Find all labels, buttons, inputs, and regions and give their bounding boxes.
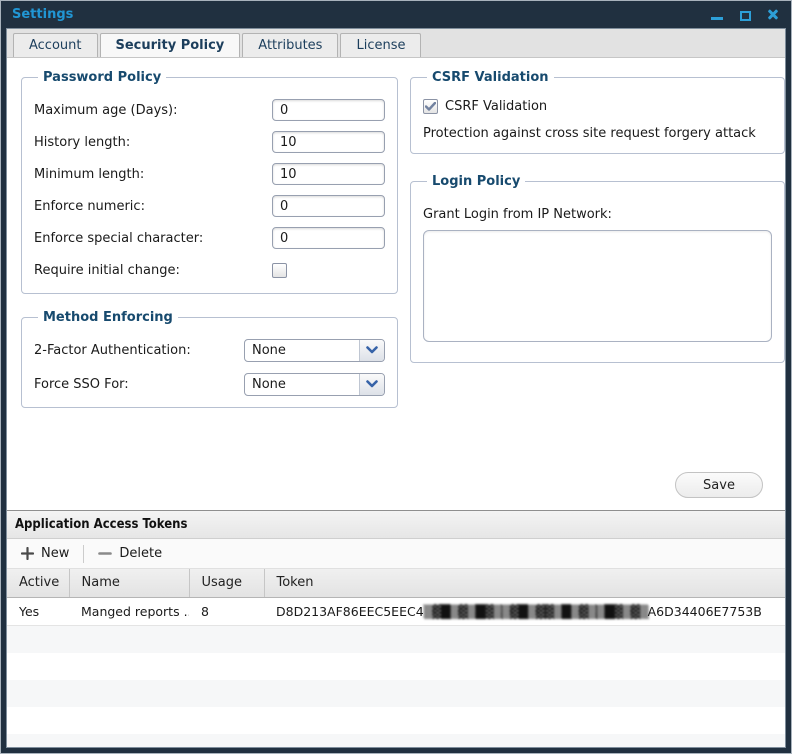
security-policy-panel: Password Policy Maximum age (Days): Hist… (7, 58, 785, 510)
enforce-numeric-label: Enforce numeric: (34, 199, 272, 214)
token-value-cell: D8D213AF86EEC5EEC4▒▓█▒▓▒█▓▒▒▓█▒▓▓▒█▒▓▒▒█… (264, 597, 785, 625)
grant-login-label: Grant Login from IP Network: (423, 207, 772, 222)
history-length-label: History length: (34, 135, 272, 150)
csrf-validation-fieldset: CSRF Validation CSRF Validation Protecti… (410, 70, 785, 154)
empty-rows-area (7, 626, 785, 748)
csrf-checkbox[interactable] (423, 99, 438, 114)
dialog-body: Account Security Policy Attributes Licen… (6, 28, 786, 748)
settings-window: Settings Account Security Policy Attribu… (0, 0, 792, 754)
column-header-usage[interactable]: Usage (189, 569, 264, 597)
tokens-toolbar: New Delete (7, 539, 785, 569)
new-button-label: New (41, 546, 69, 561)
maximize-button[interactable] (738, 8, 752, 22)
tab-license[interactable]: License (340, 33, 421, 57)
token-name-cell: Manged reports ... (69, 597, 189, 625)
column-header-token[interactable]: Token (264, 569, 785, 597)
new-token-button[interactable]: New (15, 542, 75, 565)
tab-account[interactable]: Account (13, 33, 98, 57)
enforce-special-character-input[interactable] (272, 227, 385, 249)
dropdown-button[interactable] (359, 374, 384, 395)
column-header-name[interactable]: Name (69, 569, 189, 597)
close-button[interactable] (766, 8, 780, 22)
delete-button-label: Delete (119, 546, 162, 561)
tokens-section-title: Application Access Tokens (7, 511, 785, 539)
require-initial-change-label: Require initial change: (34, 263, 272, 278)
maximize-icon (740, 11, 751, 21)
token-usage-cell: 8 (189, 597, 264, 625)
enforce-special-character-label: Enforce special character: (34, 231, 272, 246)
method-enforcing-legend: Method Enforcing (38, 310, 178, 325)
chevron-down-icon (366, 346, 378, 354)
field-row: Force SSO For: None (34, 373, 385, 395)
tokens-table: Active Name Usage Token Yes Manged repor… (7, 569, 785, 626)
csrf-checkbox-label: CSRF Validation (445, 99, 547, 114)
csrf-checkbox-row: CSRF Validation (423, 99, 772, 114)
two-factor-authentication-label: 2-Factor Authentication: (34, 343, 244, 358)
column-header-active[interactable]: Active (7, 569, 69, 597)
application-access-tokens-section: Application Access Tokens New Delete (7, 510, 785, 747)
minimum-length-input[interactable] (272, 163, 385, 185)
minimize-icon (711, 17, 723, 20)
delete-token-button[interactable]: Delete (92, 542, 168, 565)
right-column: CSRF Validation CSRF Validation Protecti… (398, 58, 785, 510)
selected-value: None (245, 340, 359, 361)
plus-icon (21, 547, 34, 560)
enforce-numeric-input[interactable] (272, 195, 385, 217)
login-policy-legend: Login Policy (427, 174, 525, 189)
maximum-age-label: Maximum age (Days): (34, 103, 272, 118)
method-enforcing-fieldset: Method Enforcing 2-Factor Authentication… (21, 310, 398, 408)
tokens-table-header-row: Active Name Usage Token (7, 569, 785, 597)
token-table-row[interactable]: Yes Manged reports ... 8 D8D213AF86EEC5E… (7, 597, 785, 625)
history-length-input[interactable] (272, 131, 385, 153)
chevron-down-icon (366, 380, 378, 388)
password-policy-fieldset: Password Policy Maximum age (Days): Hist… (21, 70, 398, 294)
password-policy-legend: Password Policy (38, 70, 166, 85)
token-suffix: A6D34406E7753B (648, 604, 762, 619)
titlebar[interactable]: Settings (6, 1, 786, 28)
tab-attributes[interactable]: Attributes (242, 33, 338, 57)
require-initial-change-checkbox[interactable] (272, 263, 287, 278)
close-icon (766, 8, 780, 22)
toolbar-separator (83, 545, 84, 563)
ip-network-textarea[interactable] (423, 230, 772, 342)
field-row: Enforce special character: (34, 227, 385, 249)
left-column: Password Policy Maximum age (Days): Hist… (7, 58, 398, 510)
csrf-validation-legend: CSRF Validation (427, 70, 554, 85)
minimize-button[interactable] (710, 8, 724, 22)
token-prefix: D8D213AF86EEC5EEC4 (276, 604, 424, 619)
window-controls (710, 8, 780, 22)
field-row: History length: (34, 131, 385, 153)
field-row: Minimum length: (34, 163, 385, 185)
window-title: Settings (12, 7, 710, 22)
tab-security-policy[interactable]: Security Policy (100, 33, 241, 57)
minus-icon (98, 547, 112, 560)
token-redacted-section: ▒▓█▒▓▒█▓▒▒▓█▒▓▓▒█▒▓▒▒█▓▒▓▒ (424, 604, 648, 619)
tab-bar: Account Security Policy Attributes Licen… (7, 29, 785, 58)
maximum-age-input[interactable] (272, 99, 385, 121)
field-row: 2-Factor Authentication: None (34, 339, 385, 361)
field-row: Require initial change: (34, 259, 385, 281)
force-sso-for-select[interactable]: None (244, 373, 385, 396)
token-active-cell: Yes (7, 597, 69, 625)
dropdown-button[interactable] (359, 340, 384, 361)
selected-value: None (245, 374, 359, 395)
minimum-length-label: Minimum length: (34, 167, 272, 182)
field-row: Enforce numeric: (34, 195, 385, 217)
force-sso-for-label: Force SSO For: (34, 377, 244, 392)
field-row: Maximum age (Days): (34, 99, 385, 121)
csrf-description: Protection against cross site request fo… (423, 126, 772, 141)
checkmark-icon (425, 102, 436, 111)
two-factor-authentication-select[interactable]: None (244, 339, 385, 362)
save-button[interactable]: Save (675, 472, 763, 498)
login-policy-fieldset: Login Policy Grant Login from IP Network… (410, 174, 785, 363)
